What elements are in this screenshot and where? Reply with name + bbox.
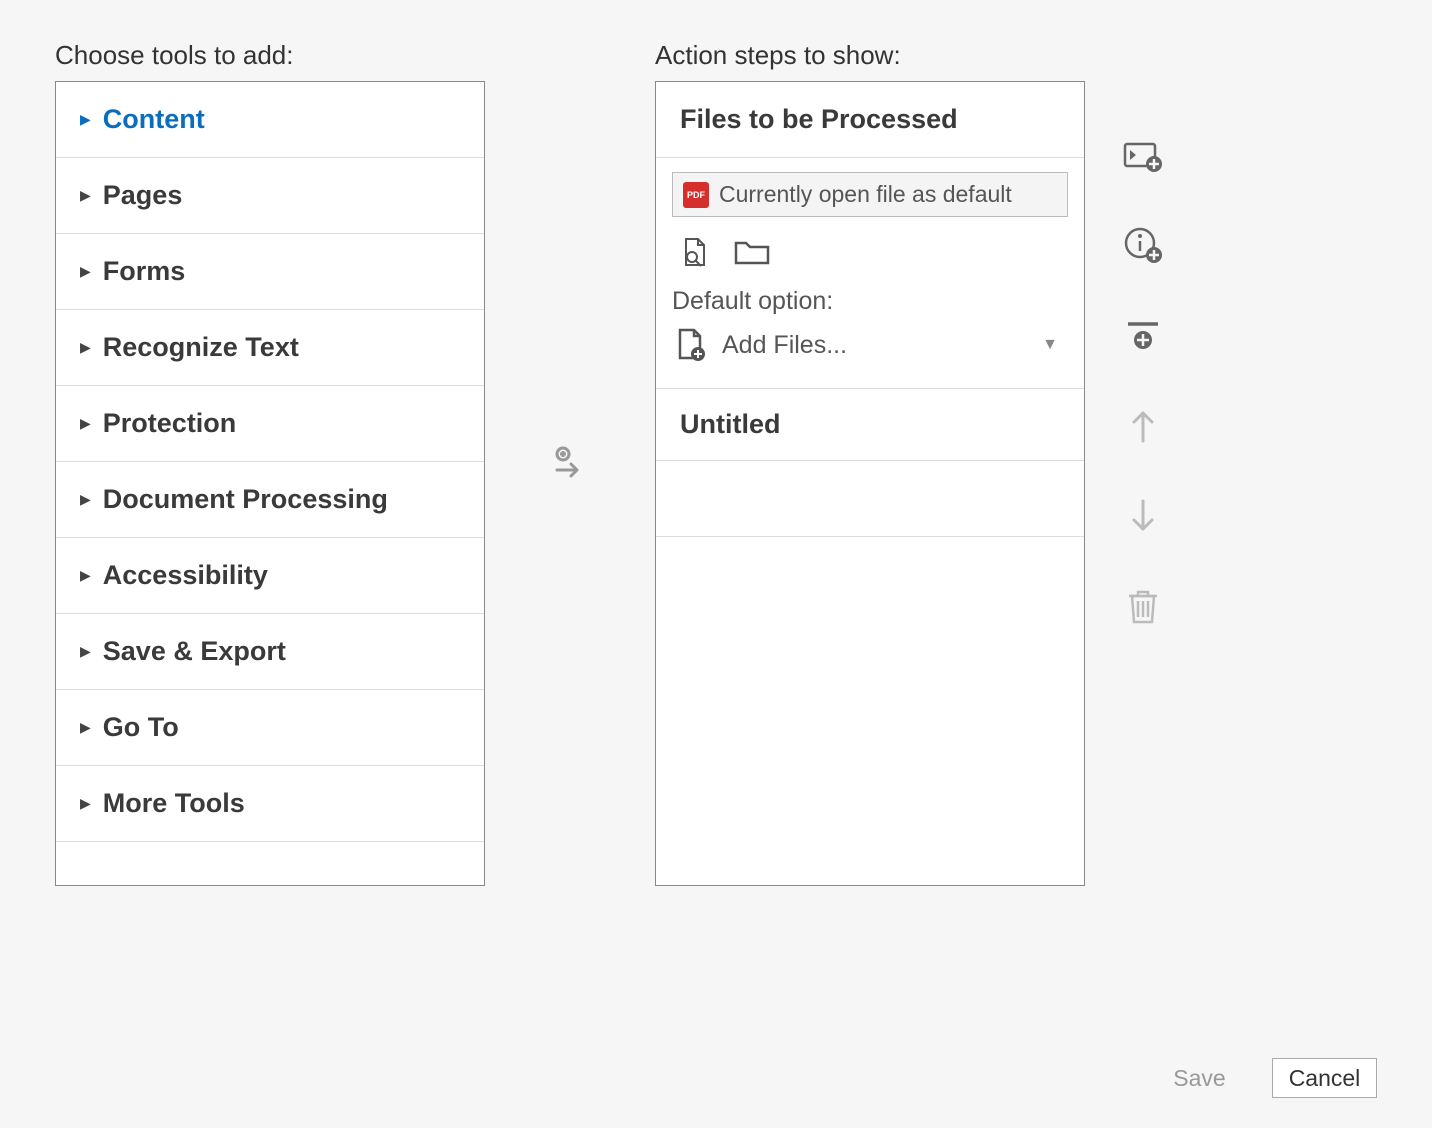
empty-step-row [656,461,1084,537]
tool-category-save-export[interactable]: ▶ Save & Export [56,614,484,690]
chevron-right-icon: ▶ [80,415,91,432]
tool-category-more-tools[interactable]: ▶ More Tools [56,766,484,842]
tool-category-label: Save & Export [103,636,286,667]
default-option-dropdown[interactable]: Add Files... ▼ [672,322,1068,374]
tool-category-go-to[interactable]: ▶ Go To [56,690,484,766]
tool-category-forms[interactable]: ▶ Forms [56,234,484,310]
tool-category-label: Protection [103,408,237,439]
tool-category-label: Pages [103,180,183,211]
tool-category-pages[interactable]: ▶ Pages [56,158,484,234]
tool-category-label: Forms [103,256,186,287]
chevron-right-icon: ▶ [80,111,91,128]
chevron-right-icon: ▶ [80,719,91,736]
folder-icon[interactable] [732,233,772,273]
tools-section-label: Choose tools to add: [55,40,485,71]
pdf-icon: PDF [683,182,709,208]
tools-panel: ▶ Content ▶ Pages ▶ Forms ▶ Recognize Te… [55,81,485,886]
chevron-down-icon: ▼ [1042,336,1068,354]
tool-category-protection[interactable]: ▶ Protection [56,386,484,462]
tool-category-label: Go To [103,712,179,743]
add-divider-icon[interactable] [1122,315,1164,357]
action-step-untitled[interactable]: Untitled [656,389,1084,461]
chevron-right-icon: ▶ [80,795,91,812]
chevron-right-icon: ▶ [80,263,91,280]
chevron-right-icon: ▶ [80,339,91,356]
move-up-icon[interactable] [1122,405,1164,447]
add-to-steps-icon[interactable] [551,444,589,482]
steps-section-label: Action steps to show: [655,40,1085,71]
default-option-label: Default option: [672,287,1068,316]
tool-category-recognize-text[interactable]: ▶ Recognize Text [56,310,484,386]
chevron-right-icon: ▶ [80,187,91,204]
steps-panel: Files to be Processed PDF Currently open… [655,81,1085,886]
chevron-right-icon: ▶ [80,567,91,584]
tool-category-label: Accessibility [103,560,268,591]
browse-file-icon[interactable] [674,233,714,273]
chevron-right-icon: ▶ [80,491,91,508]
move-down-icon[interactable] [1122,495,1164,537]
current-file-chip[interactable]: PDF Currently open file as default [672,172,1068,217]
current-file-label: Currently open file as default [719,181,1012,208]
tool-category-label: Document Processing [103,484,388,515]
tool-category-accessibility[interactable]: ▶ Accessibility [56,538,484,614]
default-option-value: Add Files... [722,331,847,360]
tool-category-document-processing[interactable]: ▶ Document Processing [56,462,484,538]
save-button[interactable]: Save [1147,1058,1252,1098]
chevron-right-icon: ▶ [80,643,91,660]
tool-category-content[interactable]: ▶ Content [56,82,484,158]
add-files-icon [672,326,710,364]
files-body: PDF Currently open file as default [656,158,1084,389]
tool-category-label: Content [103,104,205,135]
cancel-button[interactable]: Cancel [1272,1058,1377,1098]
add-instruction-icon[interactable] [1122,225,1164,267]
trash-icon[interactable] [1122,585,1164,627]
tool-category-label: More Tools [103,788,245,819]
tool-category-label: Recognize Text [103,332,299,363]
files-to-process-header: Files to be Processed [656,82,1084,158]
add-panel-icon[interactable] [1122,135,1164,177]
